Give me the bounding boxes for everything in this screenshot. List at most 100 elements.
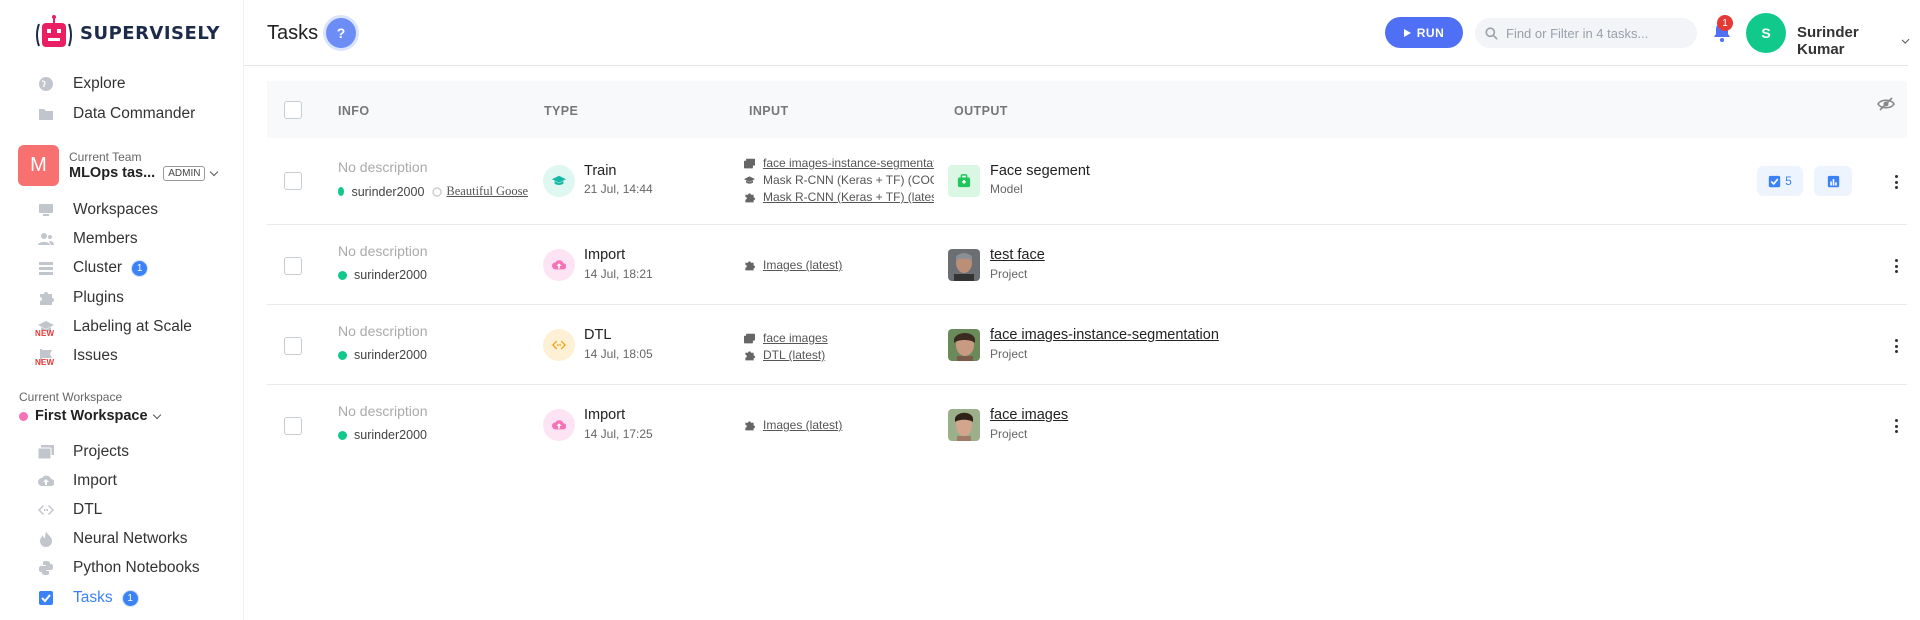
row-checkbox[interactable]: [284, 172, 302, 190]
owner-name: surinder2000: [354, 348, 427, 362]
row-checkbox[interactable]: [284, 337, 302, 355]
sidebar-item-import[interactable]: Import: [36, 469, 117, 493]
input-link[interactable]: Mask R-CNN (Keras + TF) (latest): [763, 190, 934, 204]
sidebar-item-label: Cluster: [73, 259, 123, 276]
sidebar-item-dtl[interactable]: DTL: [36, 498, 102, 522]
sidebar-item-plugins[interactable]: Plugins: [36, 286, 124, 310]
puzzle-icon: [36, 288, 56, 308]
images-icon: [36, 442, 56, 462]
help-button[interactable]: ?: [326, 18, 356, 48]
sidebar-item-members[interactable]: Members: [36, 227, 138, 251]
team-name: MLOps tas...: [69, 165, 156, 181]
online-status-dot: [338, 350, 347, 360]
checkbox-icon: [36, 588, 56, 608]
owner-name: surinder2000: [354, 428, 427, 442]
table-header: INFO TYPE INPUT OUTPUT: [267, 81, 1907, 138]
new-tag: NEW: [35, 358, 55, 367]
input-item[interactable]: DTL (latest): [744, 348, 934, 362]
task-date: 14 Jul, 18:05: [584, 347, 653, 361]
workspace-dot: [19, 411, 28, 421]
team-selector[interactable]: M Current Team MLOps tas... ADMIN: [18, 145, 219, 186]
sidebar-item-label: Issues: [73, 347, 118, 364]
sidebar-item-projects[interactable]: Projects: [36, 440, 129, 464]
output-type: Model: [990, 182, 1023, 196]
input-link[interactable]: Images (latest): [763, 418, 842, 432]
task-type: DTL: [584, 327, 612, 343]
search-input[interactable]: [1506, 25, 1686, 41]
checks-button[interactable]: 5: [1757, 166, 1803, 196]
search-icon: [1485, 26, 1498, 40]
python-icon: [36, 558, 56, 578]
column-header-type: TYPE: [544, 104, 579, 118]
task-date: 14 Jul, 18:21: [584, 267, 653, 281]
sidebar-item-label: Plugins: [73, 289, 124, 306]
sidebar-item-neural-networks[interactable]: Neural Networks: [36, 527, 188, 551]
globe-icon: [36, 74, 56, 94]
more-menu-icon[interactable]: [1894, 419, 1898, 433]
images-icon: [744, 158, 755, 168]
session-link[interactable]: Beautiful Goose: [446, 184, 528, 199]
sidebar-item-explore[interactable]: Explore: [36, 72, 126, 96]
sidebar-item-python-notebooks[interactable]: Python Notebooks: [36, 556, 200, 580]
supervisely-logo[interactable]: SUPERVISELY: [34, 14, 220, 52]
table-row[interactable]: No description surinder2000 Import 14 Ju…: [267, 226, 1907, 305]
column-header-info: INFO: [338, 104, 370, 118]
input-link[interactable]: Images (latest): [763, 258, 842, 272]
more-menu-icon[interactable]: [1894, 175, 1898, 189]
sidebar-item-label: Explore: [73, 75, 126, 92]
charts-button[interactable]: [1814, 166, 1852, 196]
task-description: No description: [338, 403, 428, 419]
input-item[interactable]: Mask R-CNN (Keras + TF) (latest): [744, 190, 934, 204]
row-checkbox[interactable]: [284, 417, 302, 435]
sidebar-item-label: Import: [73, 472, 117, 489]
output-name[interactable]: face images-instance-segmentation: [990, 327, 1219, 343]
select-all-checkbox[interactable]: [284, 101, 302, 119]
task-type: Train: [584, 163, 617, 179]
sidebar-item-tasks[interactable]: Tasks 1: [36, 586, 139, 610]
sidebar-item-label: DTL: [73, 501, 103, 518]
output-name[interactable]: face images: [990, 407, 1068, 423]
chevron-down-icon: [210, 167, 219, 176]
input-item[interactable]: Images (latest): [744, 258, 934, 272]
input-link[interactable]: face images-instance-segmentation: [763, 156, 934, 170]
more-menu-icon[interactable]: [1894, 339, 1898, 353]
hide-columns-icon[interactable]: [1877, 95, 1895, 113]
user-menu[interactable]: Surinder Kumar: [1797, 24, 1910, 58]
search-box[interactable]: [1475, 18, 1697, 48]
table-row[interactable]: No description surinder2000 DTL 14 Jul, …: [267, 306, 1907, 385]
new-tag: NEW: [35, 329, 55, 338]
input-item[interactable]: Images (latest): [744, 418, 934, 432]
input-item[interactable]: face images: [744, 331, 934, 345]
images-icon: [744, 333, 755, 343]
table-row[interactable]: No description surinder2000 Beautiful Go…: [267, 138, 1907, 225]
run-button[interactable]: RUN: [1385, 17, 1463, 48]
sidebar-item-issues[interactable]: NEW Issues: [35, 344, 118, 368]
table-row[interactable]: No description surinder2000 Import 14 Ju…: [267, 386, 1907, 466]
notification-badge: 1: [1717, 15, 1733, 31]
online-status-dot: [338, 270, 347, 280]
sidebar-item-label: Tasks: [73, 589, 113, 606]
sidebar-item-cluster[interactable]: Cluster 1: [36, 256, 149, 280]
graduation-icon: NEW: [35, 317, 56, 338]
input-item[interactable]: face images-instance-segmentation: [744, 156, 934, 170]
output-name[interactable]: Face segement: [990, 163, 1090, 179]
flag-icon: NEW: [35, 346, 56, 367]
input-link[interactable]: face images: [763, 331, 828, 345]
sidebar-item-labeling-at-scale[interactable]: NEW Labeling at Scale: [35, 315, 192, 339]
input-link[interactable]: DTL (latest): [763, 348, 825, 362]
task-owner: surinder2000: [338, 428, 427, 442]
sidebar-item-data-commander[interactable]: Data Commander: [36, 102, 195, 126]
more-menu-icon[interactable]: [1894, 259, 1898, 273]
code-icon: [36, 500, 56, 520]
task-description: No description: [338, 159, 428, 175]
owner-name: surinder2000: [354, 268, 427, 282]
output-name[interactable]: test face: [990, 247, 1045, 263]
sidebar-item-label: Data Commander: [73, 105, 196, 122]
sidebar-item-label: Labeling at Scale: [73, 318, 192, 335]
output-type: Project: [990, 347, 1028, 361]
checkbox-icon: [1768, 175, 1781, 187]
sidebar-item-workspaces[interactable]: Workspaces: [36, 198, 158, 222]
workspace-selector[interactable]: First Workspace: [19, 408, 161, 424]
row-checkbox[interactable]: [284, 257, 302, 275]
user-avatar[interactable]: S: [1746, 13, 1786, 53]
